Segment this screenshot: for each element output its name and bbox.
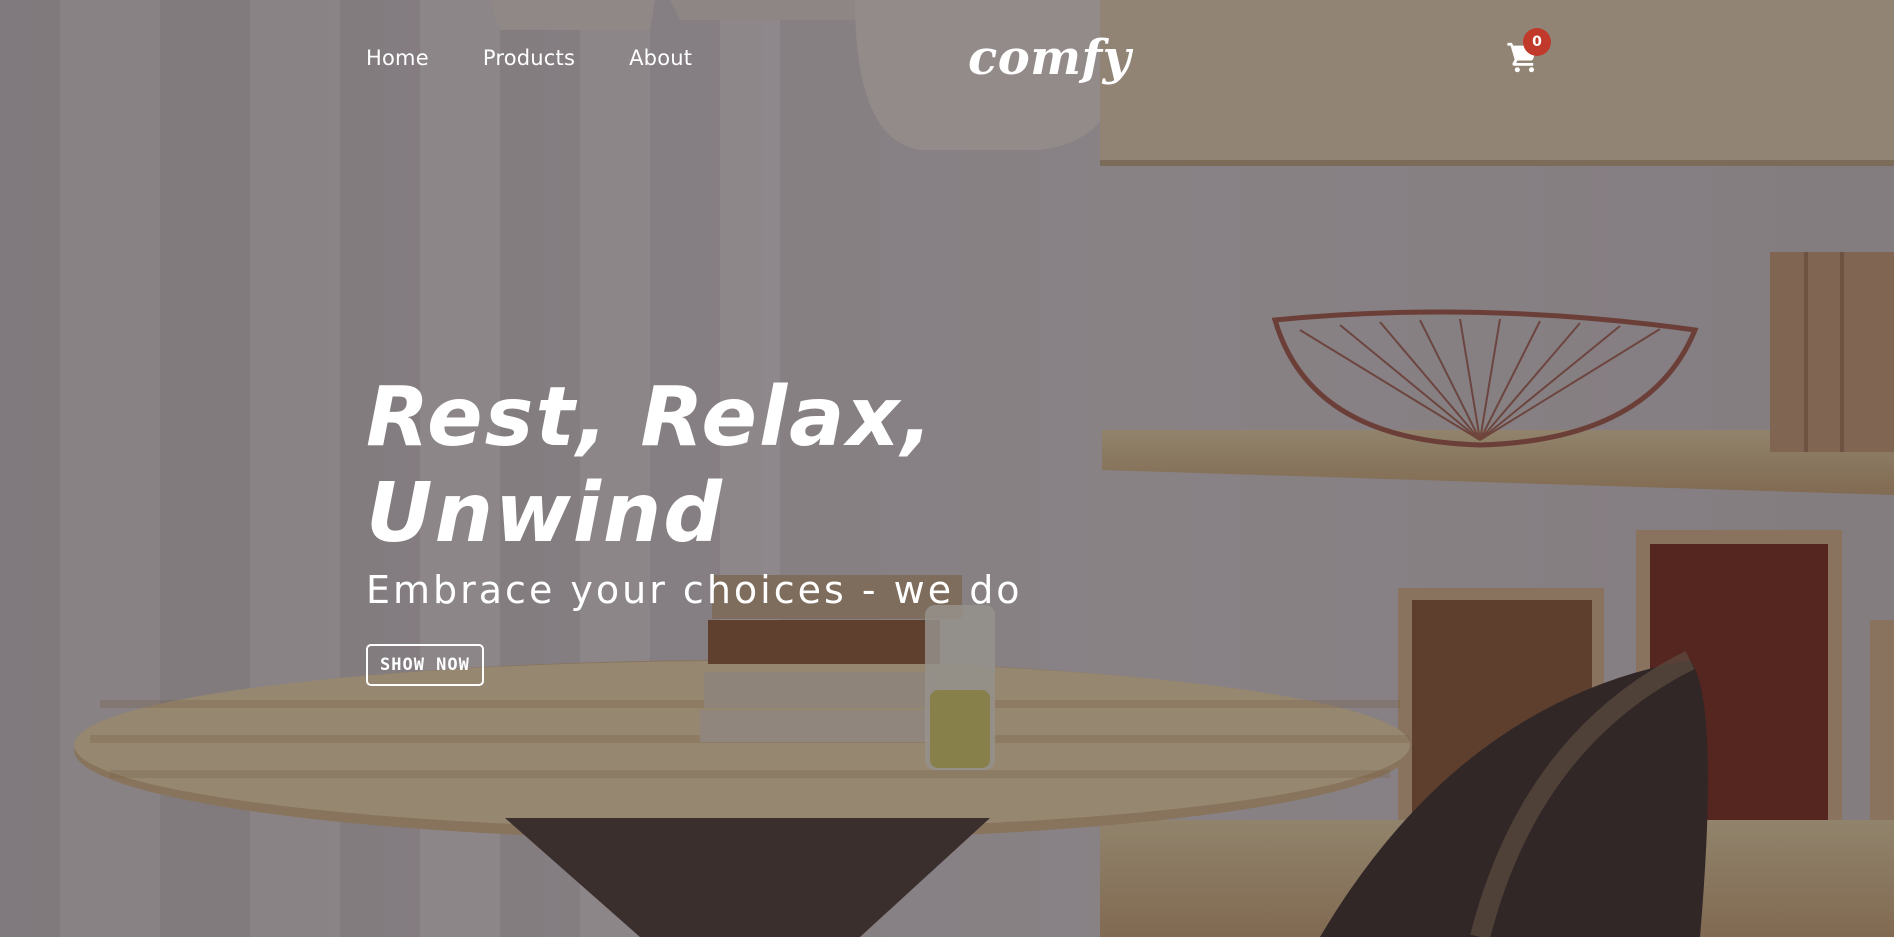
brand-logo[interactable]: comfy	[968, 30, 1131, 86]
hero-section: Home Products About comfy 0 Rest, Relax,…	[0, 0, 1894, 937]
hero-subtitle: Embrace your choices - we do	[366, 568, 1023, 612]
cart-count-badge: 0	[1523, 28, 1551, 56]
nav-links: Home Products About	[366, 46, 746, 70]
navbar: Home Products About comfy 0	[0, 0, 1894, 120]
show-now-button[interactable]: SHOW NOW	[366, 644, 484, 686]
nav-link-home[interactable]: Home	[366, 46, 429, 70]
nav-link-about[interactable]: About	[629, 46, 692, 70]
hero-banner: Rest, Relax, Unwind Embrace your choices…	[366, 370, 1266, 686]
hero-title: Rest, Relax, Unwind	[366, 370, 935, 561]
nav-link-products[interactable]: Products	[483, 46, 575, 70]
